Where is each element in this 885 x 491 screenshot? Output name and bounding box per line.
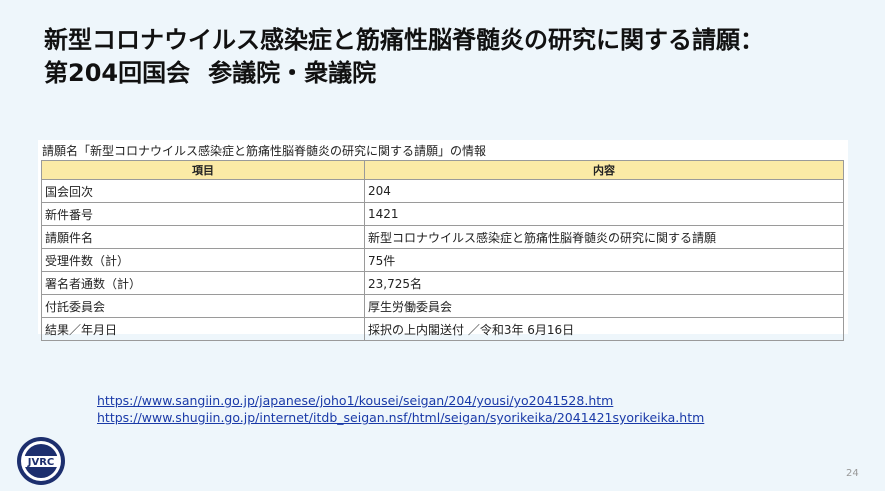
- title-session: 第204回国会: [44, 59, 191, 87]
- row-item: 受理件数（計）: [41, 248, 365, 272]
- table-row: 請願件名 新型コロナウイルス感染症と筋痛性脳脊髄炎の研究に関する請願: [41, 225, 844, 249]
- slide-title: 新型コロナウイルス感染症と筋痛性脳脊髄炎の研究に関する請願： 第204回国会 参議…: [44, 24, 864, 90]
- organization-logo-icon: JVRC: [16, 436, 66, 486]
- source-links: https://www.sangiin.go.jp/japanese/joho1…: [97, 392, 704, 426]
- table-row: 受理件数（計） 75件: [41, 248, 844, 272]
- table-row: 付託委員会 厚生労働委員会: [41, 294, 844, 318]
- table-row: 国会回次 204: [41, 179, 844, 203]
- page-number: 24: [846, 468, 859, 479]
- header-item: 項目: [41, 160, 365, 180]
- row-value: 厚生労働委員会: [364, 294, 844, 318]
- row-item: 付託委員会: [41, 294, 365, 318]
- title-houses: 参議院・衆議院: [208, 59, 377, 87]
- table-row: 署名者通数（計） 23,725名: [41, 271, 844, 295]
- row-value: 新型コロナウイルス感染症と筋痛性脳脊髄炎の研究に関する請願: [364, 225, 844, 249]
- row-item: 国会回次: [41, 179, 365, 203]
- row-value: 75件: [364, 248, 844, 272]
- row-value: 採択の上内閣送付 ／令和3年 6月16日: [364, 317, 844, 341]
- petition-info-table-image: 請願名「新型コロナウイルス感染症と筋痛性脳脊髄炎の研究に関する請願」の情報 項目…: [38, 140, 848, 341]
- row-item: 署名者通数（計）: [41, 271, 365, 295]
- shugiin-link[interactable]: https://www.shugiin.go.jp/internet/itdb_…: [97, 409, 704, 426]
- title-line-1: 新型コロナウイルス感染症と筋痛性脳脊髄炎の研究に関する請願：: [44, 26, 764, 54]
- row-item: 請願件名: [41, 225, 365, 249]
- table-header-row: 項目 内容: [41, 160, 844, 180]
- sangiin-link[interactable]: https://www.sangiin.go.jp/japanese/joho1…: [97, 392, 704, 409]
- header-content: 内容: [364, 160, 844, 180]
- row-item: 結果／年月日: [41, 317, 365, 341]
- table-caption: 請願名「新型コロナウイルス感染症と筋痛性脳脊髄炎の研究に関する請願」の情報: [42, 144, 487, 158]
- row-value: 1421: [364, 202, 844, 226]
- title-line-2: 第204回国会 参議院・衆議院: [44, 57, 864, 90]
- table-row: 結果／年月日 採択の上内閣送付 ／令和3年 6月16日: [41, 317, 844, 341]
- logo-text: JVRC: [27, 457, 55, 468]
- row-item: 新件番号: [41, 202, 365, 226]
- table-row: 新件番号 1421: [41, 202, 844, 226]
- row-value: 23,725名: [364, 271, 844, 295]
- petition-info-table: 項目 内容 国会回次 204 新件番号 1421 請願件名 新型コロナウイルス感…: [41, 160, 844, 341]
- row-value: 204: [364, 179, 844, 203]
